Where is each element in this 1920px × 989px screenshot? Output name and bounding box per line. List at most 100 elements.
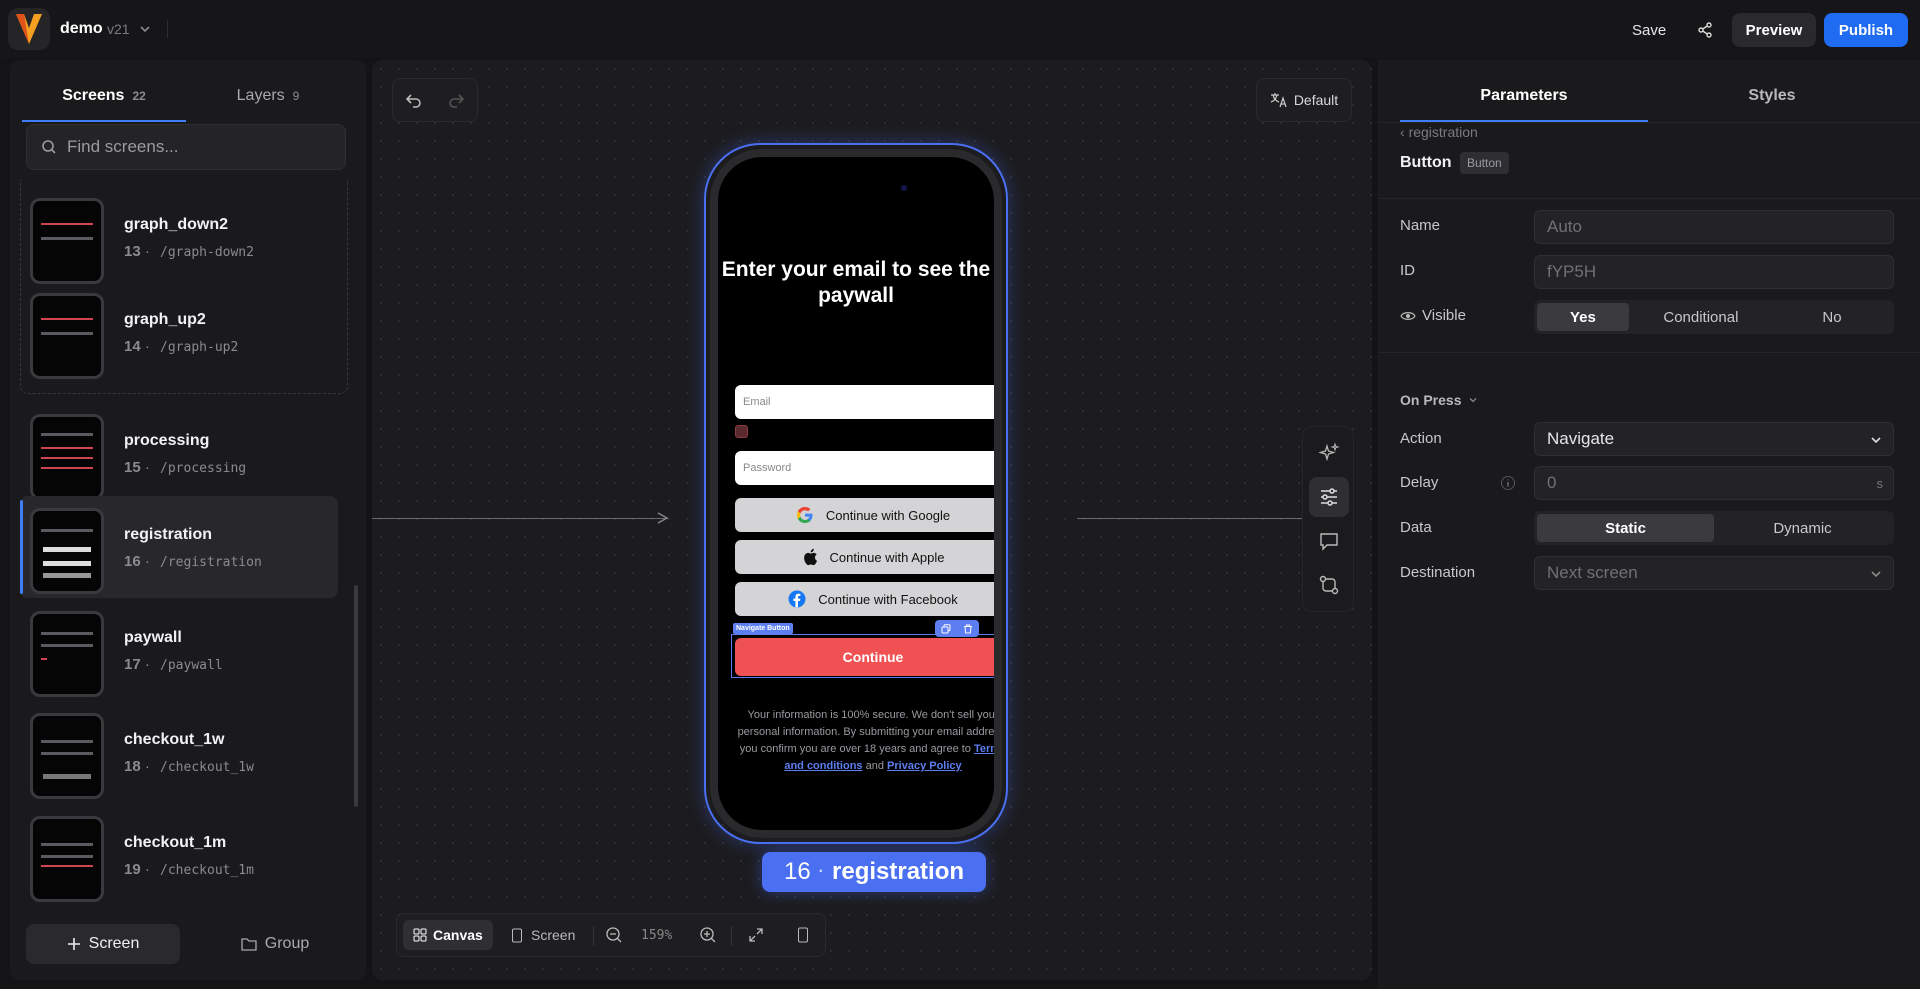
- screen-list[interactable]: graph_down2 13 · /graph-down2 graph_up2 …: [20, 180, 350, 920]
- screen-thumbnail: [30, 414, 104, 500]
- preview-email-input[interactable]: Email: [735, 385, 994, 419]
- canvas-mode-button[interactable]: Canvas: [403, 920, 493, 950]
- comments-tool-button[interactable]: [1309, 521, 1349, 561]
- preview-legal-text: Your information is 100% secure. We don'…: [735, 707, 994, 775]
- arrow-right-icon: [657, 512, 669, 524]
- trash-icon[interactable]: [963, 624, 973, 634]
- search-input[interactable]: [67, 137, 327, 157]
- screen-thumbnail: [30, 611, 104, 697]
- preview-facebook-button[interactable]: Continue with Facebook: [735, 582, 994, 616]
- on-press-section[interactable]: On Press: [1400, 392, 1479, 408]
- screens-panel: Screens 22 Layers 9 graph_down2 13 · /gr…: [10, 60, 366, 980]
- destination-select[interactable]: Next screen: [1534, 556, 1894, 590]
- tab-label: Layers: [236, 87, 285, 104]
- info-icon[interactable]: [1500, 475, 1516, 491]
- element-title: Button: [1400, 154, 1452, 171]
- data-segmented: Static Dynamic: [1534, 511, 1894, 545]
- preview-button[interactable]: Preview: [1732, 13, 1816, 47]
- flow-tool-button[interactable]: [1309, 565, 1349, 605]
- duplicate-icon[interactable]: [941, 623, 951, 634]
- fit-screen-button[interactable]: [747, 920, 765, 950]
- action-value: Navigate: [1547, 429, 1615, 448]
- screen-name: registration: [124, 526, 213, 543]
- preview-google-button[interactable]: Continue with Google: [735, 498, 994, 532]
- properties-panel: Parameters Styles ‹ registration Button …: [1378, 60, 1920, 989]
- top-bar: demo v21 Save Preview Publish: [0, 0, 1920, 58]
- canvas[interactable]: Default Enter your email to see the payw…: [372, 60, 1372, 980]
- screen-item-graph-up2[interactable]: graph_up2 14 · /graph-up2: [20, 281, 338, 383]
- screen-item-registration[interactable]: registration 16 · /registration: [20, 496, 338, 598]
- zoom-in-icon: [700, 927, 716, 943]
- screen-item-checkout-1w[interactable]: checkout_1w 18 · /checkout_1w: [20, 701, 338, 803]
- screen-item-processing[interactable]: processing 15 · /processing: [20, 402, 338, 504]
- zoom-out-icon: [606, 927, 622, 943]
- preview-apple-button[interactable]: Continue with Apple: [735, 540, 994, 574]
- divider: [1378, 122, 1920, 123]
- screen-mode-button[interactable]: Screen: [505, 920, 581, 950]
- screen-mode-label: Screen: [531, 927, 576, 943]
- visible-no[interactable]: No: [1773, 303, 1891, 331]
- scrollbar[interactable]: [354, 585, 358, 807]
- data-label: Data: [1400, 519, 1432, 536]
- screen-name: checkout_1w: [124, 731, 225, 748]
- delay-field[interactable]: 0 s: [1534, 466, 1894, 500]
- redo-icon[interactable]: [447, 91, 465, 109]
- search-field[interactable]: [26, 124, 346, 170]
- destination-value: Next screen: [1547, 563, 1638, 582]
- preview-continue-button[interactable]: Continue: [735, 638, 994, 676]
- language-label: Default: [1293, 92, 1339, 108]
- add-group-button[interactable]: Group: [210, 924, 340, 964]
- screen-meta: 17 · /paywall: [124, 656, 223, 673]
- publish-button[interactable]: Publish: [1824, 13, 1908, 47]
- data-dynamic[interactable]: Dynamic: [1714, 514, 1891, 542]
- divider: [167, 20, 168, 38]
- delay-value: 0: [1547, 473, 1557, 492]
- screen-item-checkout-1m[interactable]: checkout_1m 19 · /checkout_1m: [20, 804, 338, 906]
- tab-parameters[interactable]: Parameters: [1400, 72, 1648, 122]
- zoom-out-button[interactable]: [605, 920, 623, 950]
- navigate-button-tag: Navigate Button: [733, 623, 793, 634]
- chevron-down-icon[interactable]: [138, 22, 152, 36]
- breadcrumb[interactable]: ‹ registration: [1400, 124, 1478, 140]
- data-static[interactable]: Static: [1537, 514, 1714, 542]
- screen-item-graph-down2[interactable]: graph_down2 13 · /graph-down2: [20, 186, 338, 288]
- tab-screens[interactable]: Screens 22: [22, 72, 186, 122]
- current-screen-badge: 16 · registration: [762, 852, 986, 892]
- facebook-icon: [788, 590, 806, 608]
- preview-checkbox[interactable]: [735, 425, 748, 438]
- tab-styles[interactable]: Styles: [1648, 72, 1896, 120]
- screen-item-paywall[interactable]: paywall 17 · /paywall: [20, 599, 338, 701]
- ai-tool-button[interactable]: [1309, 433, 1349, 473]
- undo-icon[interactable]: [405, 91, 423, 109]
- language-button[interactable]: Default: [1256, 78, 1352, 122]
- sliders-icon: [1321, 488, 1337, 506]
- add-screen-button[interactable]: Screen: [26, 924, 180, 964]
- phone-preview[interactable]: Enter your email to see the paywall Emai…: [710, 149, 1002, 838]
- canvas-mode-label: Canvas: [433, 927, 483, 943]
- grid-icon: [413, 928, 427, 942]
- divider: [1378, 198, 1920, 199]
- screen-meta: 13 · /graph-down2: [124, 243, 254, 260]
- action-select[interactable]: Navigate: [1534, 422, 1894, 456]
- breadcrumb-label: registration: [1408, 124, 1478, 140]
- preview-title: Enter your email to see the paywall: [721, 258, 991, 307]
- device-button[interactable]: [797, 920, 809, 950]
- share-button[interactable]: [1690, 17, 1720, 43]
- app-logo[interactable]: [8, 8, 50, 50]
- id-field[interactable]: fYP5H: [1534, 255, 1894, 289]
- parameters-tool-button[interactable]: [1309, 477, 1349, 517]
- logo-icon: [16, 14, 42, 44]
- tab-layers[interactable]: Layers 9: [186, 72, 350, 120]
- name-field[interactable]: Auto: [1534, 210, 1894, 244]
- preview-password-input[interactable]: Password: [735, 451, 994, 485]
- canvas-side-tools: [1302, 426, 1354, 612]
- zoom-in-button[interactable]: [699, 920, 717, 950]
- screen-meta: 16 · /registration: [124, 553, 262, 570]
- project-name[interactable]: demo: [60, 20, 103, 38]
- facebook-label: Continue with Facebook: [818, 591, 958, 607]
- visible-yes[interactable]: Yes: [1537, 303, 1629, 331]
- save-button[interactable]: Save: [1620, 17, 1678, 43]
- visible-conditional[interactable]: Conditional: [1629, 303, 1773, 331]
- privacy-link[interactable]: Privacy Policy: [887, 760, 962, 772]
- expand-icon: [749, 928, 763, 942]
